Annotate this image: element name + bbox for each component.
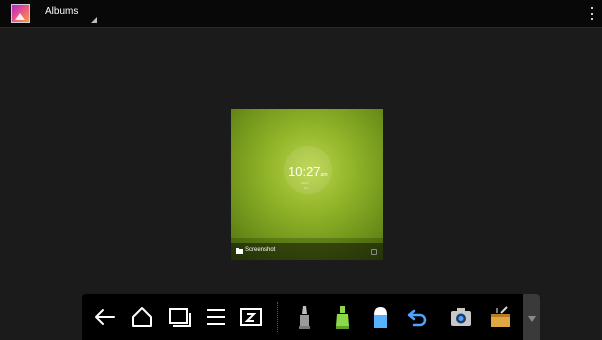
screenshot-icon[interactable] xyxy=(236,302,266,332)
overflow-menu-icon[interactable] xyxy=(590,7,594,20)
nav-divider xyxy=(277,302,279,332)
album-name: Screenshot xyxy=(245,247,276,253)
highlighter-icon[interactable] xyxy=(327,302,357,332)
thumbnail-clock-date: ▪▪▪▪▪▪▪ xyxy=(301,181,309,185)
album-label-bar: Screenshot xyxy=(231,243,383,260)
home-icon[interactable] xyxy=(127,302,157,332)
eraser-icon[interactable] xyxy=(365,302,395,332)
album-tile[interactable]: 10:27am ▪▪▪▪▪▪▪ ▪▪▪▪ Screenshot xyxy=(231,109,383,260)
menu-icon[interactable] xyxy=(201,302,231,332)
undo-icon[interactable] xyxy=(403,302,433,332)
album-spinner[interactable]: Albums xyxy=(45,6,78,17)
thumbnail-clock-ampm: am xyxy=(320,172,328,178)
brush-icon[interactable] xyxy=(289,302,319,332)
chevron-down-icon xyxy=(528,316,536,322)
action-bar: Albums xyxy=(0,0,602,28)
toolbar-expand-button[interactable] xyxy=(523,294,540,340)
folder-icon xyxy=(236,248,243,254)
toolbox-icon[interactable] xyxy=(485,302,515,332)
gallery-icon[interactable] xyxy=(11,4,30,23)
album-type-icon xyxy=(371,249,377,255)
back-icon[interactable] xyxy=(90,302,120,332)
camera-icon[interactable] xyxy=(446,302,476,332)
spinner-arrow-icon[interactable] xyxy=(91,17,97,23)
thumbnail-clock-time: 10:27am xyxy=(288,164,328,179)
recent-apps-icon[interactable] xyxy=(164,302,194,332)
thumbnail-clock-day: ▪▪▪▪ xyxy=(304,186,309,190)
navigation-bar xyxy=(82,294,540,340)
